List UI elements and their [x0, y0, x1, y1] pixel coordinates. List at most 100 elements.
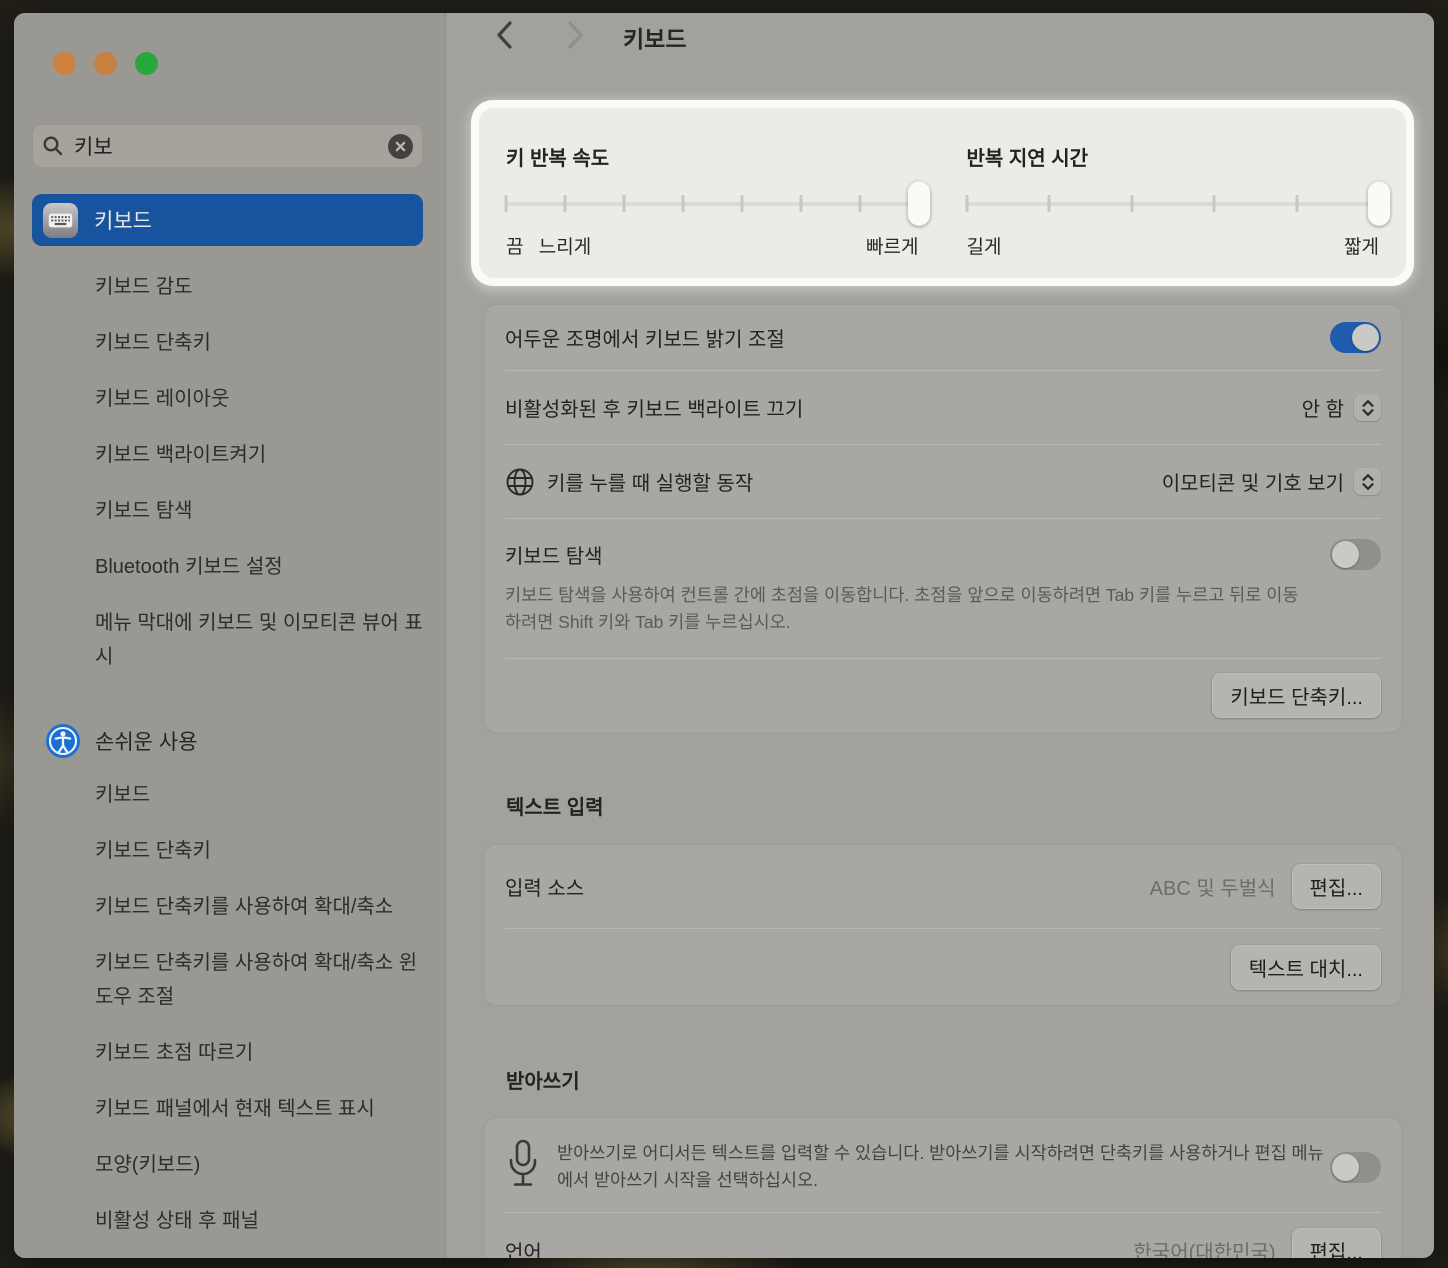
stepper-icon[interactable] [1354, 468, 1381, 495]
sidebar-item-accessibility[interactable]: 손쉬운 사용 [32, 715, 432, 767]
slider-min-label: 끔 [506, 232, 523, 259]
keyboard-brightness-toggle[interactable] [1330, 322, 1381, 353]
sidebar-item-menubar-emoji-viewer[interactable]: 메뉴 막대에 키보드 및 이모티콘 뷰어 표시 [32, 595, 435, 685]
sidebar-item-a11y-appearance-keyboard[interactable]: 모양(키보드) [32, 1137, 435, 1193]
slider-tick [1213, 195, 1216, 212]
minimize-window-button[interactable] [94, 52, 117, 75]
key-repeat-rate-slider[interactable] [506, 181, 919, 227]
keyboard-navigation-label: 키보드 탐색 [505, 540, 603, 569]
sidebar-item-a11y-follow-focus[interactable]: 키보드 초점 따르기 [32, 1025, 435, 1081]
sidebar-results-list: 키보드 감도 키보드 단축키 키보드 레이아웃 키보드 백라이트켜기 키보드 탐… [32, 259, 432, 1249]
input-sources-row: 입력 소스 ABC 및 두벌식 편집... [485, 845, 1401, 928]
microphone-icon [505, 1138, 541, 1194]
keyboard-app-icon [42, 202, 79, 239]
slider-tick [563, 195, 566, 212]
edit-input-sources-button[interactable]: 편집... [1292, 864, 1381, 909]
slider-tick [681, 195, 684, 212]
input-sources-value: ABC 및 두벌식 [1150, 872, 1276, 901]
search-input[interactable] [72, 133, 380, 159]
repeat-delay-label: 반복 지연 시간 [967, 142, 1380, 171]
edit-dictation-language-button[interactable]: 편집... [1292, 1228, 1381, 1259]
key-repeat-panel: 키 반복 속도 끔 느리게 빠르게 반복 지연 시간 [479, 108, 1406, 278]
slider-track[interactable] [967, 202, 1380, 206]
window-controls [53, 52, 158, 75]
repeat-delay-slider-labels: 길게 짧게 [967, 232, 1380, 259]
sidebar-item-bluetooth-keyboard[interactable]: Bluetooth 키보드 설정 [32, 539, 435, 595]
sidebar-item-a11y-keyboard-shortcuts[interactable]: 키보드 단축키 [32, 823, 435, 879]
slider-tick [740, 195, 743, 212]
content-pane: 키보드 키 반복 속도 끔 느리게 빠르게 반복 지연 시간 [445, 13, 1434, 1258]
accessibility-icon [45, 723, 81, 759]
sidebar-item-keyboard-layouts[interactable]: 키보드 레이아웃 [32, 371, 435, 427]
slider-max-label: 빠르게 [866, 232, 918, 259]
dictation-language-value: 한국어(대한민국) [1133, 1236, 1275, 1259]
slider-max-label: 짧게 [1344, 232, 1379, 259]
slider-track[interactable] [506, 202, 919, 206]
sidebar-item-keyboard-navigation[interactable]: 키보드 탐색 [32, 483, 435, 539]
dictation-row: 받아쓰기로 어디서든 텍스트를 입력할 수 있습니다. 받아쓰기를 시작하려면 … [485, 1118, 1401, 1212]
sidebar-item-keyboard-sensitivity[interactable]: 키보드 감도 [32, 259, 435, 315]
slider-tick [965, 195, 968, 212]
sidebar-search-field[interactable] [32, 124, 423, 168]
keyboard-settings-group: 어두운 조명에서 키보드 밝기 조절 비활성화된 후 키보드 백라이트 끄기 안… [485, 305, 1401, 732]
globe-icon [505, 467, 535, 497]
keyboard-shortcuts-button[interactable]: 키보드 단축키... [1212, 673, 1381, 718]
sidebar-item-a11y-zoom-shortcuts[interactable]: 키보드 단축키를 사용하여 확대/축소 [32, 879, 435, 935]
text-replacement-button[interactable]: 텍스트 대치... [1231, 945, 1381, 990]
stepper-icon[interactable] [1354, 394, 1381, 421]
clear-search-icon[interactable] [388, 134, 413, 159]
backlight-off-value: 안 함 [1302, 393, 1344, 422]
highlighted-section: 키 반복 속도 끔 느리게 빠르게 반복 지연 시간 [471, 100, 1414, 286]
search-icon [42, 135, 64, 157]
dictation-heading: 받아쓰기 [506, 1065, 580, 1094]
backlight-off-label: 비활성화된 후 키보드 백라이트 끄기 [505, 393, 803, 422]
page-title: 키보드 [623, 20, 686, 54]
dictation-description: 받아쓰기로 어디서든 텍스트를 입력할 수 있습니다. 받아쓰기를 시작하려면 … [557, 1140, 1327, 1194]
zoom-window-button[interactable] [135, 52, 158, 75]
keyboard-navigation-description: 키보드 탐색을 사용하여 컨트롤 간에 초점을 이동합니다. 초점을 앞으로 이… [505, 582, 1310, 636]
slider-tick [799, 195, 802, 212]
shortcuts-button-row: 키보드 단축키... [485, 659, 1401, 732]
sidebar-item-a11y-zoom-window[interactable]: 키보드 단축키를 사용하여 확대/축소 윈도우 조절 [32, 935, 435, 1025]
keyboard-brightness-label: 어두운 조명에서 키보드 밝기 조절 [505, 323, 785, 352]
sidebar: 키보드 키보드 감도 키보드 단축키 키보드 레이아웃 키보드 백라이트켜기 키… [14, 13, 445, 1258]
slider-slow-label: 느리게 [539, 232, 591, 259]
sidebar-item-a11y-panel-after-inactive[interactable]: 비활성 상태 후 패널 [32, 1193, 435, 1249]
back-chevron-icon[interactable] [488, 16, 522, 54]
text-input-heading: 텍스트 입력 [506, 791, 604, 820]
dictation-group: 받아쓰기로 어디서든 텍스트를 입력할 수 있습니다. 받아쓰기를 시작하려면 … [485, 1118, 1401, 1258]
input-sources-label: 입력 소스 [505, 872, 584, 901]
system-settings-window: 키보드 키보드 감도 키보드 단축키 키보드 레이아웃 키보드 백라이트켜기 키… [14, 13, 1434, 1258]
slider-min-label: 길게 [967, 232, 1002, 259]
forward-chevron-icon[interactable] [558, 16, 592, 54]
backlight-off-row: 비활성화된 후 키보드 백라이트 끄기 안 함 [485, 371, 1401, 444]
dictation-toggle[interactable] [1330, 1152, 1381, 1183]
press-globe-key-value: 이모티콘 및 기호 보기 [1162, 467, 1344, 496]
slider-tick [622, 195, 625, 212]
slider-tick [505, 195, 508, 212]
press-globe-key-label: 키를 누를 때 실행할 동작 [547, 467, 753, 496]
sidebar-group-label: 손쉬운 사용 [95, 726, 197, 756]
sidebar-item-a11y-keyboard[interactable]: 키보드 [32, 767, 435, 823]
sidebar-item-keyboard-shortcuts[interactable]: 키보드 단축키 [32, 315, 435, 371]
text-replacement-row: 텍스트 대치... [485, 929, 1401, 1005]
sidebar-item-a11y-show-text-panel[interactable]: 키보드 패널에서 현재 텍스트 표시 [32, 1081, 435, 1137]
sidebar-item-keyboard-selected[interactable]: 키보드 [32, 194, 423, 246]
slider-knob[interactable] [1368, 181, 1391, 226]
sidebar-item-label: 키보드 [94, 205, 152, 235]
keyboard-navigation-row: 키보드 탐색 키보드 탐색을 사용하여 컨트롤 간에 초점을 이동합니다. 초점… [485, 519, 1401, 658]
keyboard-brightness-row: 어두운 조명에서 키보드 밝기 조절 [485, 305, 1401, 370]
slider-tick [858, 195, 861, 212]
repeat-delay-group: 반복 지연 시간 길게 짧게 [967, 142, 1380, 278]
close-window-button[interactable] [53, 52, 76, 75]
key-repeat-rate-group: 키 반복 속도 끔 느리게 빠르게 [506, 142, 919, 278]
slider-tick [1048, 195, 1051, 212]
repeat-delay-slider[interactable] [967, 181, 1380, 227]
slider-knob[interactable] [907, 181, 930, 226]
sidebar-item-keyboard-backlight[interactable]: 키보드 백라이트켜기 [32, 427, 435, 483]
keyboard-navigation-toggle[interactable] [1330, 539, 1381, 570]
slider-tick [1130, 195, 1133, 212]
slider-tick [1295, 195, 1298, 212]
dictation-language-row: 언어 한국어(대한민국) 편집... [485, 1213, 1401, 1258]
key-repeat-slider-labels: 끔 느리게 빠르게 [506, 232, 919, 259]
